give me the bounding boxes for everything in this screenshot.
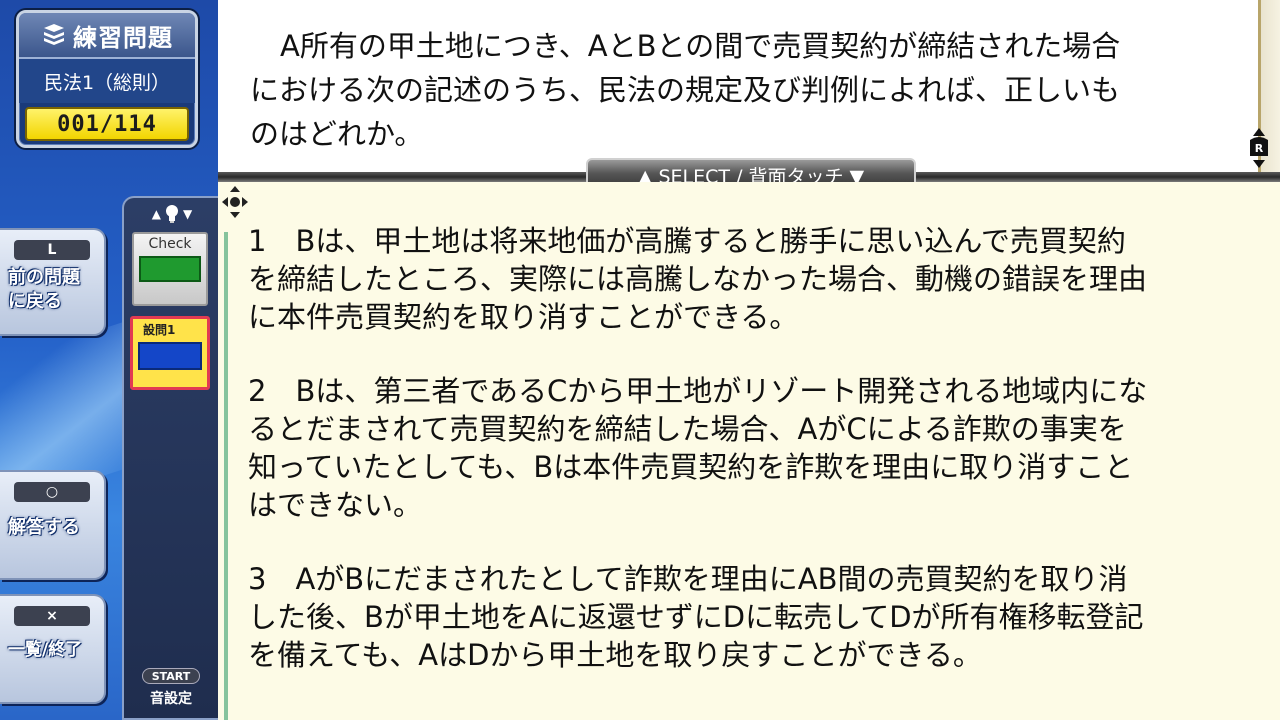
check-panel: ▲ ▼ Check 設問1 START 音設定: [122, 196, 218, 720]
exit-button[interactable]: × 一覧/終了: [0, 594, 106, 704]
choices-list: 1 Bは、甲土地は将来地価が高騰すると勝手に思い込んで売買契約を締結したところ、…: [248, 222, 1148, 710]
subject-label: 民法1（総則）: [19, 59, 195, 103]
main-area: A所有の甲土地につき、AとBとの間で売買契約が締結された場合における次の記述のう…: [218, 0, 1280, 720]
question-pane: A所有の甲土地につき、AとBとの間で売買契約が締結された場合における次の記述のう…: [218, 0, 1258, 172]
answer-button[interactable]: ○ 解答する: [0, 470, 106, 580]
mode-title: 練習問題: [73, 23, 173, 52]
prev-question-button[interactable]: L 前の問題 に戻る: [0, 228, 106, 336]
prev-label-line2: に戻る: [8, 291, 62, 312]
move-cross-icon[interactable]: [222, 186, 248, 218]
up-arrow-icon[interactable]: ▲: [152, 207, 161, 221]
choices-pane: 1 Bは、甲土地は将来地価が高騰すると勝手に思い込んで売買契約を締結したところ、…: [218, 182, 1280, 720]
cross-key-badge: ×: [14, 606, 90, 626]
question-nav[interactable]: ▲ ▼: [124, 204, 218, 224]
title-header: 練習問題: [19, 13, 195, 59]
sidebar: 練習問題 民法1（総則） 001/114 L 前の問題 に戻る ○ 解答する ×…: [0, 0, 218, 720]
question-counter: 001/114: [25, 107, 189, 141]
exit-label: 一覧/終了: [8, 640, 83, 660]
r-shoulder-icon[interactable]: R: [1244, 128, 1274, 168]
check-indicator: [139, 256, 201, 282]
question-card-label: 設問1: [143, 323, 176, 337]
check-card[interactable]: Check: [132, 232, 208, 306]
answer-label: 解答する: [8, 517, 80, 538]
title-box: 練習問題 民法1（総則） 001/114: [16, 10, 198, 148]
circle-key-badge: ○: [14, 482, 90, 502]
l-key-badge: L: [14, 240, 90, 260]
question-text: A所有の甲土地につき、AとBとの間で売買契約が締結された場合における次の記述のう…: [250, 29, 1121, 151]
sound-settings-label: 音設定: [150, 691, 192, 707]
check-label: Check: [148, 236, 192, 252]
choice-1[interactable]: 1 Bは、甲土地は将来地価が高騰すると勝手に思い込んで売買契約を締結したところ、…: [248, 222, 1148, 336]
svg-text:R: R: [1255, 142, 1264, 155]
lightbulb-icon: [166, 205, 178, 223]
book-icon: [44, 24, 64, 45]
prev-label-line1: 前の問題: [8, 267, 80, 288]
prev-question-label: 前の問題 に戻る: [0, 266, 104, 314]
question-card[interactable]: 設問1: [130, 316, 210, 390]
choice-3[interactable]: 3 AがBにだまされたとして詐欺を理由にAB間の売買契約を取り消した後、Bが甲土…: [248, 560, 1148, 674]
start-key-badge[interactable]: START: [142, 668, 200, 684]
question-card-indicator: [138, 342, 202, 370]
down-arrow-icon[interactable]: ▼: [183, 207, 192, 221]
choice-2[interactable]: 2 Bは、第三者であるCから甲土地がリゾート開発される地域内になるとだまされて売…: [248, 372, 1148, 524]
scroll-track[interactable]: [224, 232, 228, 720]
